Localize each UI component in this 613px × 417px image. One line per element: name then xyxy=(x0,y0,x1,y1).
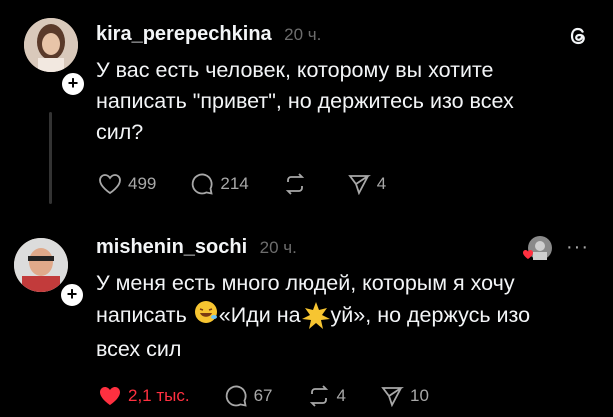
heart-filled-icon xyxy=(100,387,120,405)
reply-button[interactable]: 67 xyxy=(224,384,273,408)
text-segment: написать xyxy=(96,303,187,327)
heart-icon xyxy=(99,174,121,195)
post-text: У вас есть человек, которому вы хотите н… xyxy=(96,58,514,144)
like-count: 2,1 тыс. xyxy=(128,386,190,405)
heart-badge-icon xyxy=(523,250,533,259)
liked-by-avatar[interactable] xyxy=(523,236,552,260)
comment-icon xyxy=(192,173,214,195)
comment-icon xyxy=(225,385,247,407)
post-actions: 499 214 4 xyxy=(98,172,420,196)
laughing-emoji-icon xyxy=(193,299,219,334)
reply-count: 67 xyxy=(253,386,273,405)
repost-icon xyxy=(309,385,328,407)
sparkle-censor-icon xyxy=(301,301,331,334)
share-count: 10 xyxy=(409,386,429,405)
username[interactable]: mishenin_sochi xyxy=(96,236,247,258)
reply-count: 214 xyxy=(220,174,249,193)
like-button[interactable]: 499 xyxy=(98,173,156,195)
send-icon xyxy=(381,387,404,407)
more-options-icon[interactable]: ··· xyxy=(566,236,589,259)
follow-plus-button[interactable]: + xyxy=(59,70,87,98)
repost-icon xyxy=(285,173,304,195)
timestamp: 20 ч. xyxy=(259,238,297,257)
avatar[interactable] xyxy=(24,18,78,72)
like-button[interactable]: 2,1 тыс. xyxy=(98,385,190,407)
threads-logo-icon[interactable] xyxy=(566,24,590,53)
share-button[interactable]: 10 xyxy=(380,385,429,407)
repost-button[interactable] xyxy=(283,172,313,196)
post-text-line-3: всех сил xyxy=(96,337,182,361)
send-icon xyxy=(347,175,371,195)
post-text: У меня есть много людей, которым я хочу … xyxy=(96,268,596,365)
reply-button[interactable]: 214 xyxy=(190,172,249,196)
thread-line xyxy=(49,112,52,204)
follow-plus-button[interactable]: + xyxy=(58,281,86,309)
repost-count: 4 xyxy=(336,386,346,405)
repost-button[interactable]: 4 xyxy=(307,384,346,408)
text-segment: «Иди на xyxy=(218,303,301,327)
share-button[interactable]: 4 xyxy=(347,173,386,195)
post-header: kira_perepechkina 20 ч. xyxy=(96,23,321,46)
post-text-line-1: У меня есть много людей, которым я хочу xyxy=(96,271,515,295)
text-segment: уй», но держусь изо xyxy=(330,303,531,327)
post-text-line-2: написать «Иди на уй», но держусь изо xyxy=(96,299,596,334)
post-header: mishenin_sochi 20 ч. xyxy=(96,236,297,259)
post-actions: 2,1 тыс. 67 4 10 xyxy=(98,384,463,408)
avatar[interactable] xyxy=(14,238,68,292)
username[interactable]: kira_perepechkina xyxy=(96,23,272,45)
like-count: 499 xyxy=(128,174,157,193)
share-count: 4 xyxy=(376,174,387,193)
timestamp: 20 ч. xyxy=(284,25,322,44)
